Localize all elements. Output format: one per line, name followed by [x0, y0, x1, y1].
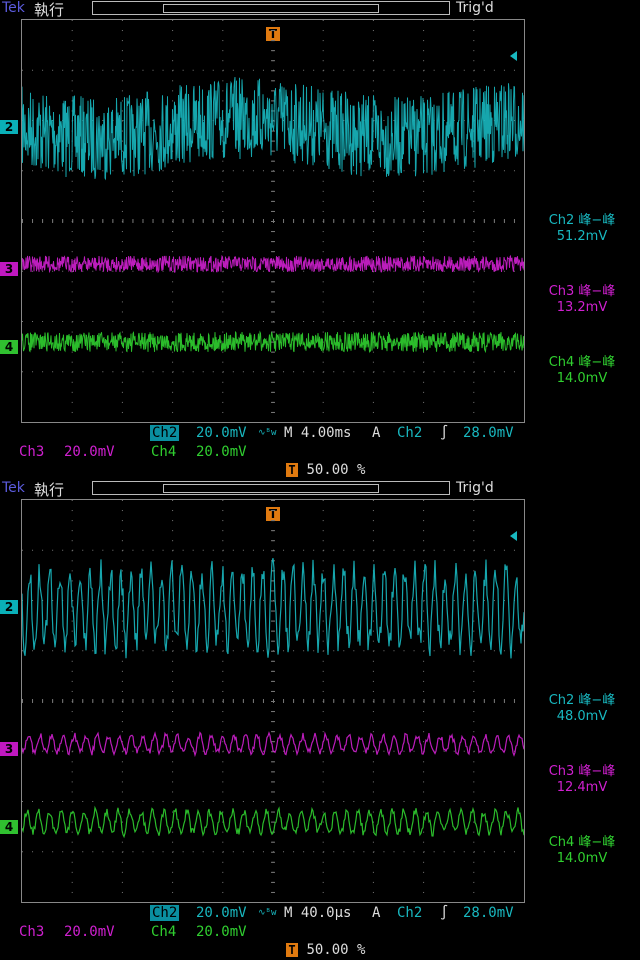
measurement-label: Ch2 峰−峰: [548, 693, 616, 708]
graticule: [22, 20, 515, 413]
status-area: Ch2 20.0mV ∿ᴮw M 40.0µs A Ch2 ∫ 28.0mV C…: [0, 904, 640, 960]
bandwidth-icon: ∿ᴮw: [258, 908, 277, 918]
ch4-label[interactable]: Ch4: [151, 924, 176, 940]
waveform-screen: [21, 499, 525, 903]
measurement-value: 51.2mV: [556, 229, 608, 244]
position-badge: T: [286, 463, 298, 477]
trigger-source[interactable]: Ch2: [397, 425, 422, 441]
ch4-scale[interactable]: 20.0mV: [196, 924, 247, 940]
ch2-label[interactable]: Ch2: [150, 425, 180, 441]
ch2-ground-marker[interactable]: 2: [0, 600, 18, 614]
measurement-value: 48.0mV: [556, 709, 608, 724]
record-bar: [92, 1, 450, 15]
status-area: Ch2 20.0mV ∿ᴮw M 4.00ms A Ch2 ∫ 28.0mV C…: [0, 424, 640, 480]
record-window: [163, 4, 379, 13]
ch3-scale[interactable]: 20.0mV: [64, 444, 115, 460]
measurement-label: Ch2 峰−峰: [548, 213, 616, 228]
ch2-trace: [22, 558, 524, 659]
trigger-slope-icon: ∫: [440, 905, 449, 921]
waveform-plot: [22, 500, 524, 893]
measurement-ch2: Ch2 峰−峰 48.0mV: [526, 693, 638, 725]
waveform-plot: [22, 20, 524, 413]
ch3-ground-marker[interactable]: 3: [0, 262, 18, 276]
timebase[interactable]: M 4.00ms: [284, 425, 351, 441]
header-bar: Tek 執行 Trig'd: [0, 480, 640, 499]
trigger-level[interactable]: 28.0mV: [463, 425, 514, 441]
measurement-label: Ch3 峰−峰: [548, 764, 616, 779]
waveform-screen: [21, 19, 525, 423]
horizontal-position: T 50.00 %: [286, 942, 365, 958]
header-bar: Tek 執行 Trig'd: [0, 0, 640, 19]
measurement-ch3: Ch3 峰−峰 12.4mV: [526, 764, 638, 796]
ch2-label[interactable]: Ch2: [150, 905, 180, 921]
record-window: [163, 484, 379, 493]
acq-mode: A: [372, 905, 381, 921]
measurement-label: Ch4 峰−峰: [548, 835, 616, 850]
measurement-ch3: Ch3 峰−峰 13.2mV: [526, 284, 638, 316]
measurement-value: 14.0mV: [556, 371, 608, 386]
run-state: 執行: [34, 1, 65, 19]
ch4-ground-marker[interactable]: 4: [0, 820, 18, 834]
measurement-ch2: Ch2 峰−峰 51.2mV: [526, 213, 638, 245]
graticule: [22, 500, 515, 893]
ch2-ground-marker[interactable]: 2: [0, 120, 18, 134]
measurement-ch4: Ch4 峰−峰 14.0mV: [526, 355, 638, 387]
ch2-scale[interactable]: 20.0mV: [196, 905, 247, 921]
ch4-scale[interactable]: 20.0mV: [196, 444, 247, 460]
brand-logo: Tek: [2, 0, 25, 16]
acq-mode: A: [372, 425, 381, 441]
measurement-value: 13.2mV: [556, 300, 608, 315]
record-bar: [92, 481, 450, 495]
measurement-label: Ch3 峰−峰: [548, 284, 616, 299]
measurement-value: 14.0mV: [556, 851, 608, 866]
ch3-trace: [22, 254, 524, 274]
run-state: 執行: [34, 481, 65, 499]
trigger-slope-icon: ∫: [440, 425, 449, 441]
bandwidth-icon: ∿ᴮw: [258, 428, 277, 438]
horizontal-position: T 50.00 %: [286, 462, 365, 478]
brand-logo: Tek: [2, 480, 25, 496]
trigger-source[interactable]: Ch2: [397, 905, 422, 921]
scope-panel-1: Tek 執行 Trig'd T 2 3 4 Ch2 峰−峰 51.2mV Ch3…: [0, 0, 640, 480]
scope-panel-2: Tek 執行 Trig'd T 2 3 4 Ch2 峰−峰 48.0mV Ch3…: [0, 480, 640, 960]
ch3-label[interactable]: Ch3: [19, 444, 44, 460]
measurement-label: Ch4 峰−峰: [548, 355, 616, 370]
ch4-label[interactable]: Ch4: [151, 444, 176, 460]
measurement-value: 12.4mV: [556, 780, 608, 795]
ch3-scale[interactable]: 20.0mV: [64, 924, 115, 940]
ch2-scale[interactable]: 20.0mV: [196, 425, 247, 441]
ch4-ground-marker[interactable]: 4: [0, 340, 18, 354]
ch3-label[interactable]: Ch3: [19, 924, 44, 940]
timebase[interactable]: M 40.0µs: [284, 905, 351, 921]
trigger-level[interactable]: 28.0mV: [463, 905, 514, 921]
measurement-ch4: Ch4 峰−峰 14.0mV: [526, 835, 638, 867]
trigger-state: Trig'd: [456, 480, 494, 496]
position-badge: T: [286, 943, 298, 957]
position-value: 50.00 %: [306, 942, 366, 958]
position-value: 50.00 %: [306, 462, 366, 478]
ch3-ground-marker[interactable]: 3: [0, 742, 18, 756]
trigger-state: Trig'd: [456, 0, 494, 16]
ch2-trace: [22, 77, 524, 181]
